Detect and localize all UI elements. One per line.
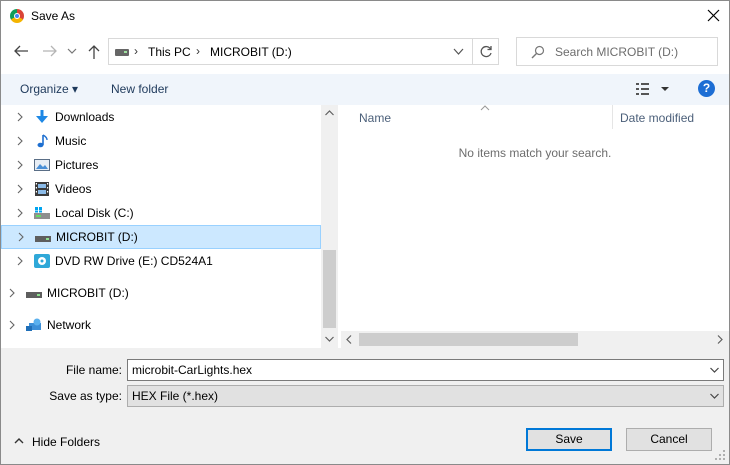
chevron-right-icon — [17, 136, 23, 146]
file-name-input[interactable] — [132, 362, 692, 378]
tree-item-pictures[interactable]: Pictures — [1, 153, 321, 177]
file-name-label: File name: — [65, 363, 122, 377]
arrow-right-icon — [43, 45, 57, 57]
details-view-icon — [636, 83, 669, 95]
chevron-down-icon — [453, 48, 464, 55]
arrow-up-icon — [88, 45, 100, 59]
search-box[interactable] — [516, 37, 718, 66]
refresh-button[interactable] — [472, 38, 499, 65]
chevron-right-icon — [17, 208, 23, 218]
tree-item-label: Network — [47, 318, 92, 332]
chevron-down-icon — [710, 393, 719, 399]
music-icon — [37, 134, 48, 148]
scroll-up-icon[interactable] — [325, 110, 334, 116]
chevron-right-icon — [17, 112, 23, 122]
chrome-icon — [10, 9, 24, 23]
close-icon — [707, 9, 720, 22]
dvd-drive-icon — [34, 254, 50, 268]
navigation-pane-scrollbar[interactable] — [321, 105, 338, 348]
save-as-type-value: HEX File (*.hex) — [132, 389, 219, 403]
search-icon — [531, 45, 545, 59]
breadcrumb-this-pc[interactable]: This PC — [148, 45, 191, 59]
chevron-down-icon[interactable] — [710, 367, 719, 373]
help-button[interactable]: ? — [698, 80, 715, 97]
tree-item-microbit-selected[interactable]: MICROBIT (D:) — [1, 225, 321, 249]
tree-item-dvd-drive[interactable]: DVD RW Drive (E:) CD524A1 — [1, 249, 321, 273]
drive-icon — [35, 236, 51, 242]
tree-item-label: Downloads — [55, 110, 115, 124]
up-button[interactable] — [85, 40, 105, 62]
breadcrumb-separator: › — [196, 44, 200, 58]
arrow-left-icon — [14, 45, 28, 57]
search-input[interactable] — [555, 43, 713, 61]
organize-button[interactable]: Organize ▾ — [20, 82, 78, 96]
save-form: File name: Save as type: HEX File (*.hex… — [1, 348, 729, 464]
column-divider[interactable] — [612, 105, 613, 129]
address-bar[interactable]: › This PC › MICROBIT (D:) — [108, 38, 499, 65]
breadcrumb-microbit[interactable]: MICROBIT (D:) — [210, 45, 292, 59]
resize-grip-icon[interactable] — [715, 450, 725, 460]
cancel-button[interactable]: Cancel — [626, 428, 712, 451]
chevron-right-icon — [17, 160, 23, 170]
chevron-right-icon — [17, 256, 23, 266]
file-list: Name Date modified No items match your s… — [341, 105, 729, 331]
breadcrumb-separator: › — [134, 44, 138, 58]
tree-item-label: DVD RW Drive (E:) CD524A1 — [55, 254, 213, 268]
navigation-pane: Downloads Music Pictures Videos Local Di… — [1, 105, 321, 348]
videos-icon — [35, 182, 49, 196]
local-disk-icon — [34, 207, 50, 219]
scroll-down-icon[interactable] — [325, 336, 334, 342]
tree-item-downloads[interactable]: Downloads — [1, 105, 321, 129]
chevron-right-icon — [9, 288, 15, 298]
tree-item-music[interactable]: Music — [1, 129, 321, 153]
refresh-icon — [480, 45, 492, 58]
chevron-right-icon — [17, 184, 23, 194]
drive-icon — [115, 49, 129, 56]
scrollbar-thumb[interactable] — [323, 250, 336, 328]
chevron-right-icon — [9, 320, 15, 330]
close-button[interactable] — [699, 1, 729, 32]
chevron-up-icon — [14, 438, 24, 444]
new-folder-button[interactable]: New folder — [111, 82, 168, 96]
tree-item-label: Videos — [55, 182, 92, 196]
tree-item-microbit-root[interactable]: MICROBIT (D:) — [1, 281, 321, 305]
file-list-scrollbar[interactable] — [341, 331, 729, 348]
chevron-right-icon — [18, 232, 24, 242]
empty-list-message: No items match your search. — [458, 146, 612, 160]
pictures-icon — [34, 159, 50, 171]
window-title: Save As — [31, 9, 76, 23]
command-toolbar: Organize ▾ New folder ? — [1, 74, 729, 105]
downloads-icon — [36, 110, 48, 123]
column-header-date-modified[interactable]: Date modified — [620, 111, 694, 125]
save-as-dialog: Save As › This PC › MICROBIT (D:) Organi… — [0, 0, 730, 465]
hide-folders-label: Hide Folders — [32, 435, 101, 449]
tree-item-label: MICROBIT (D:) — [47, 286, 129, 300]
tree-item-label: Local Disk (C:) — [55, 206, 134, 220]
address-history-dropdown[interactable] — [447, 39, 469, 64]
title-bar: Save As — [1, 1, 729, 32]
scroll-right-icon[interactable] — [717, 335, 723, 344]
save-as-type-label: Save as type: — [49, 389, 122, 403]
scrollbar-thumb[interactable] — [359, 333, 578, 346]
tree-item-label: Pictures — [55, 158, 99, 172]
drive-icon — [26, 292, 42, 298]
chevron-down-icon — [67, 48, 77, 54]
tree-item-network[interactable]: Network — [1, 313, 321, 337]
network-icon — [26, 318, 41, 331]
forward-button[interactable] — [40, 40, 60, 62]
scroll-left-icon[interactable] — [346, 335, 352, 344]
recent-locations-button[interactable] — [65, 40, 79, 62]
change-view-button[interactable] — [633, 80, 673, 98]
tree-item-label: MICROBIT (D:) — [56, 230, 138, 244]
column-header-name[interactable]: Name — [359, 111, 391, 125]
save-button[interactable]: Save — [526, 428, 612, 451]
hide-folders-button[interactable]: Hide Folders — [14, 434, 104, 450]
tree-item-label: Music — [55, 134, 87, 148]
sort-ascending-icon — [480, 105, 490, 111]
save-as-type-select[interactable]: HEX File (*.hex) — [127, 385, 724, 407]
back-button[interactable] — [11, 40, 31, 62]
tree-item-local-disk[interactable]: Local Disk (C:) — [1, 201, 321, 225]
file-name-combobox[interactable] — [127, 359, 724, 381]
tree-item-videos[interactable]: Videos — [1, 177, 321, 201]
